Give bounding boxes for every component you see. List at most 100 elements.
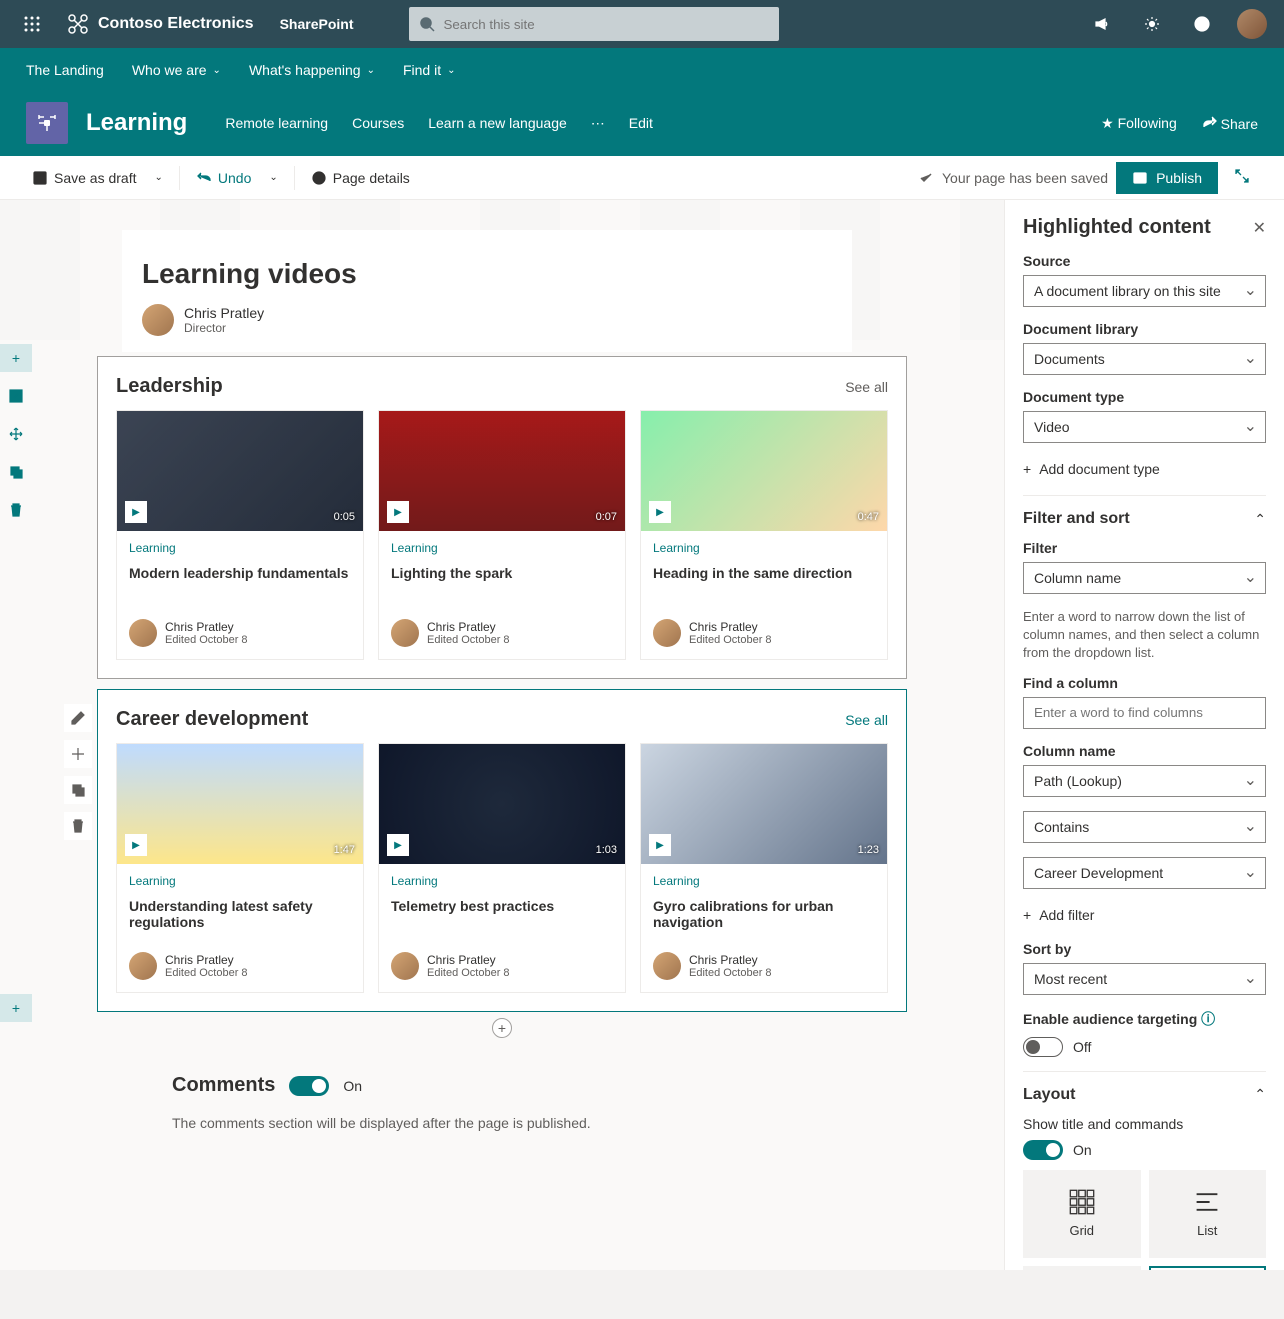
hub-item-landing[interactable]: The Landing [26,62,104,78]
duplicate-webpart-icon[interactable] [64,776,92,804]
hub-item-find[interactable]: Find it ⌄ [403,62,456,78]
sort-select[interactable]: Most recent [1023,963,1266,995]
video-thumbnail[interactable]: ▶ 1:47 [117,744,363,864]
delete-webpart-icon[interactable] [64,812,92,840]
share-button[interactable]: Share [1201,115,1258,132]
comments-title: Comments [172,1074,275,1097]
site-logo[interactable] [26,102,68,144]
card-author-avatar[interactable] [653,619,681,647]
operator-select[interactable]: Contains [1023,811,1266,843]
undo-chevron[interactable]: ⌄ [263,172,283,183]
video-thumbnail[interactable]: ▶ 1:03 [379,744,625,864]
card-category[interactable]: Learning [391,541,613,555]
gear-icon[interactable] [1128,0,1176,48]
nav-more-icon[interactable]: ⋯ [591,115,605,132]
org-brand[interactable]: Contoso Electronics [56,12,264,36]
author-avatar[interactable] [142,304,174,336]
card-author-avatar[interactable] [129,952,157,980]
section-career-dev[interactable]: Career development See all ▶ 1:47 Learni… [97,689,907,1012]
undo-button[interactable]: Undo [190,170,257,186]
nav-remote-learning[interactable]: Remote learning [225,115,328,132]
video-card[interactable]: ▶ 1:47 Learning Understanding latest saf… [116,743,364,993]
see-all-link[interactable]: See all [845,712,888,728]
doctype-select[interactable]: Video [1023,411,1266,443]
add-filter-button[interactable]: +Add filter [1023,903,1266,927]
card-category[interactable]: Learning [129,541,351,555]
move-section-icon[interactable] [0,420,32,448]
card-author: Chris Pratley [427,953,510,967]
video-thumbnail[interactable]: ▶ 0:47 [641,411,887,531]
save-chevron[interactable]: ⌄ [149,172,169,183]
card-category[interactable]: Learning [391,874,613,888]
card-category[interactable]: Learning [129,874,351,888]
save-draft-button[interactable]: Save as draft [26,170,143,186]
layout-header[interactable]: Layout ⌃ [1023,1086,1266,1104]
megaphone-icon[interactable] [1078,0,1126,48]
source-select[interactable]: A document library on this site [1023,275,1266,307]
page-details-button[interactable]: Page details [305,170,416,186]
user-avatar[interactable] [1228,0,1276,48]
play-icon: ▶ [387,834,409,856]
video-card[interactable]: ▶ 0:07 Learning Lighting the spark Chris… [378,410,626,660]
video-thumbnail[interactable]: ▶ 1:23 [641,744,887,864]
card-author: Chris Pratley [689,953,772,967]
search-box[interactable] [409,7,779,41]
card-category[interactable]: Learning [653,874,875,888]
video-thumbnail[interactable]: ▶ 0:05 [117,411,363,531]
section-leadership[interactable]: Leadership See all ▶ 0:05 Learning Moder… [97,356,907,679]
nav-language[interactable]: Learn a new language [428,115,567,132]
show-title-toggle[interactable] [1023,1140,1063,1160]
card-author-avatar[interactable] [391,952,419,980]
add-webpart-button[interactable]: + [492,1018,512,1038]
nav-courses[interactable]: Courses [352,115,404,132]
filter-select[interactable]: Column name [1023,562,1266,594]
audience-toggle[interactable] [1023,1037,1063,1057]
duplicate-section-icon[interactable] [0,458,32,486]
comments-toggle[interactable] [289,1076,329,1096]
layout-list-option[interactable]: List [1149,1170,1267,1258]
edit-webpart-icon[interactable] [64,704,92,732]
info-icon[interactable]: ⓘ [1201,1011,1215,1027]
org-logo-icon [66,12,90,36]
edit-section-icon[interactable] [0,382,32,410]
help-icon[interactable] [1178,0,1226,48]
card-title: Heading in the same direction [653,565,875,601]
filter-sort-header[interactable]: Filter and sort ⌃ [1023,510,1266,528]
video-card[interactable]: ▶ 1:03 Learning Telemetry best practices… [378,743,626,993]
video-thumbnail[interactable]: ▶ 0:07 [379,411,625,531]
move-webpart-icon[interactable] [64,740,92,768]
following-button[interactable]: ★ Following [1101,115,1177,132]
layout-carousel-option[interactable]: Carousel [1023,1266,1141,1270]
layout-filmstrip-option[interactable]: Filmstrip [1149,1266,1267,1270]
card-author-avatar[interactable] [129,619,157,647]
app-name[interactable]: SharePoint [264,16,370,32]
publish-button[interactable]: Publish [1116,162,1218,194]
filter-value-select[interactable]: Career Development [1023,857,1266,889]
close-icon[interactable]: ✕ [1253,218,1266,238]
delete-section-icon[interactable] [0,496,32,524]
site-title[interactable]: Learning [86,109,187,137]
video-card[interactable]: ▶ 1:23 Learning Gyro calibrations for ur… [640,743,888,993]
library-select[interactable]: Documents [1023,343,1266,375]
hub-nav: The Landing Who we are ⌄ What's happenin… [0,48,1284,92]
nav-edit[interactable]: Edit [629,115,653,132]
see-all-link[interactable]: See all [845,379,888,395]
search-input[interactable] [435,17,769,32]
add-section-button[interactable]: + [0,344,32,372]
add-section-button[interactable]: + [0,994,32,1022]
hub-item-who[interactable]: Who we are ⌄ [132,62,221,78]
card-author-avatar[interactable] [391,619,419,647]
find-column-input[interactable] [1023,697,1266,729]
add-doctype-button[interactable]: +Add document type [1023,457,1266,481]
video-card[interactable]: ▶ 0:05 Learning Modern leadership fundam… [116,410,364,660]
card-category[interactable]: Learning [653,541,875,555]
hub-item-happening[interactable]: What's happening ⌄ [249,62,375,78]
page-title[interactable]: Learning videos [142,258,832,290]
expand-icon[interactable] [1226,168,1258,187]
layout-grid-option[interactable]: Grid [1023,1170,1141,1258]
column-name-select[interactable]: Path (Lookup) [1023,765,1266,797]
video-card[interactable]: ▶ 0:47 Learning Heading in the same dire… [640,410,888,660]
card-author-avatar[interactable] [653,952,681,980]
comments-note: The comments section will be displayed a… [172,1115,832,1131]
app-launcher-icon[interactable] [8,0,56,48]
